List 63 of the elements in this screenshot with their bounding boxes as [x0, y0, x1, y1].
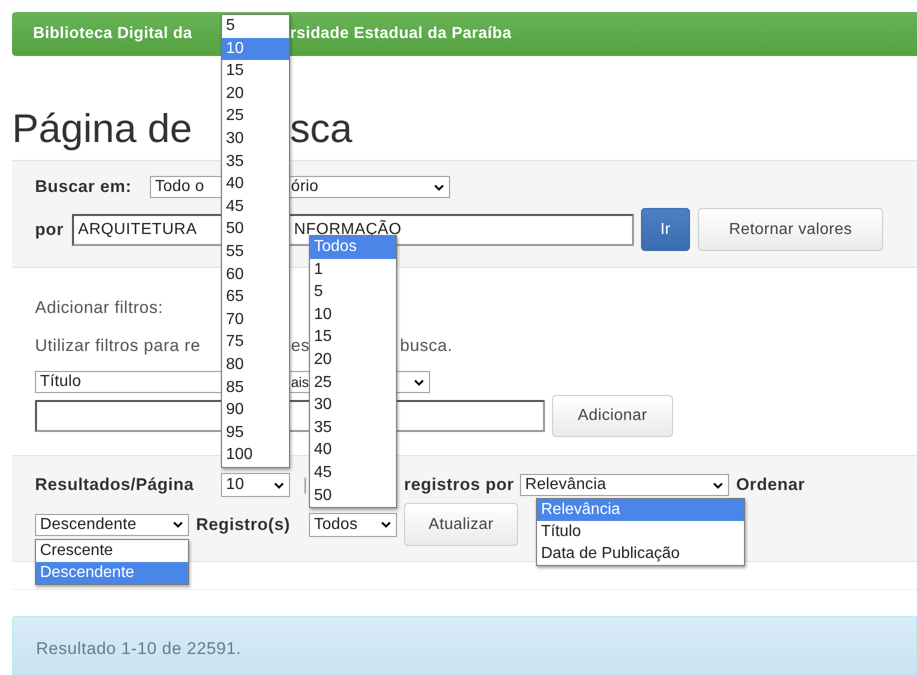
menu-option[interactable]: 5	[310, 281, 396, 304]
field-label: Registro(s)	[196, 514, 290, 534]
chevron-down-icon	[173, 521, 183, 528]
chevron-down-icon	[381, 521, 391, 528]
menu-option[interactable]: 45	[310, 462, 396, 485]
add-button[interactable]: Adicionar	[552, 395, 673, 437]
menu-option[interactable]: Relevância	[537, 499, 744, 521]
menu-option[interactable]: 70	[222, 308, 289, 332]
dropdown[interactable]: Todos	[309, 512, 397, 536]
chevron-down-icon	[414, 378, 424, 386]
field-label: Buscar em:	[35, 177, 132, 196]
separator: |	[302, 475, 308, 494]
field-label: registros por	[404, 475, 514, 495]
menu-option[interactable]: 1	[310, 258, 396, 282]
update-button[interactable]: Atualizar	[404, 503, 518, 546]
menu-option[interactable]: 50	[310, 484, 396, 508]
menu-option[interactable]: 35	[222, 150, 289, 174]
menu-option[interactable]: 25	[222, 105, 289, 128]
site-title: Biblioteca Digital da	[33, 25, 192, 42]
menu-option[interactable]: 35	[310, 416, 396, 440]
menu-option[interactable]: 65	[222, 286, 289, 309]
menu-option[interactable]: Título	[537, 521, 744, 543]
menu-option[interactable]: Descendente	[36, 562, 188, 584]
menu-option[interactable]: 30	[222, 128, 289, 151]
menu-option[interactable]: 90	[222, 399, 289, 422]
filters-hint: Utilizar filtros para re	[35, 336, 200, 355]
filters-hint: busca.	[400, 336, 452, 355]
menu-option[interactable]: 15	[310, 326, 396, 349]
menu-option[interactable]: 40	[222, 173, 289, 196]
menu-option[interactable]: 100	[222, 444, 289, 467]
menu-option[interactable]: 95	[222, 422, 289, 444]
menu-option[interactable]: Data de Publicação	[537, 543, 744, 565]
chevron-down-icon	[713, 482, 724, 488]
field-label: Ordenar	[736, 475, 805, 495]
site-title: rsidade Estadual da Paraíba	[290, 25, 512, 42]
menu-option[interactable]: 60	[222, 264, 289, 286]
menu-option[interactable]: 10	[222, 38, 289, 60]
menu-option[interactable]: 25	[310, 372, 396, 394]
dropdown[interactable]: 10	[221, 473, 290, 497]
result-count: Resultado 1-10 de 22591.	[36, 639, 242, 658]
menu-option[interactable]: Todos	[310, 236, 396, 259]
dropdown[interactable]: Descendente	[35, 514, 189, 536]
menu-option[interactable]: 20	[222, 82, 289, 106]
reset-button[interactable]: Retornar valores	[698, 208, 883, 251]
page-title: Página de	[12, 106, 192, 150]
filters-hint: es	[291, 336, 310, 355]
chevron-down-icon	[434, 184, 444, 190]
field-label: Resultados/Página	[35, 475, 194, 494]
menu-option[interactable]: 50	[222, 218, 289, 241]
page-title: sca	[290, 106, 352, 150]
menu-option[interactable]: 40	[310, 439, 396, 462]
field-label: por	[35, 220, 64, 238]
menu-option[interactable]: 10	[310, 304, 396, 326]
menu-option[interactable]: 75	[222, 331, 289, 354]
chevron-down-icon	[274, 482, 284, 488]
go-button[interactable]: Ir	[641, 208, 690, 251]
menu-option[interactable]: Crescente	[36, 540, 188, 562]
filters-title: Adicionar filtros:	[35, 298, 164, 317]
menu-option[interactable]: 15	[222, 60, 289, 83]
dropdown[interactable]: Relevância	[520, 474, 730, 496]
menu-option[interactable]: 20	[310, 348, 396, 372]
menu-option[interactable]: 30	[310, 394, 396, 417]
menu-option[interactable]: 5	[222, 15, 289, 38]
